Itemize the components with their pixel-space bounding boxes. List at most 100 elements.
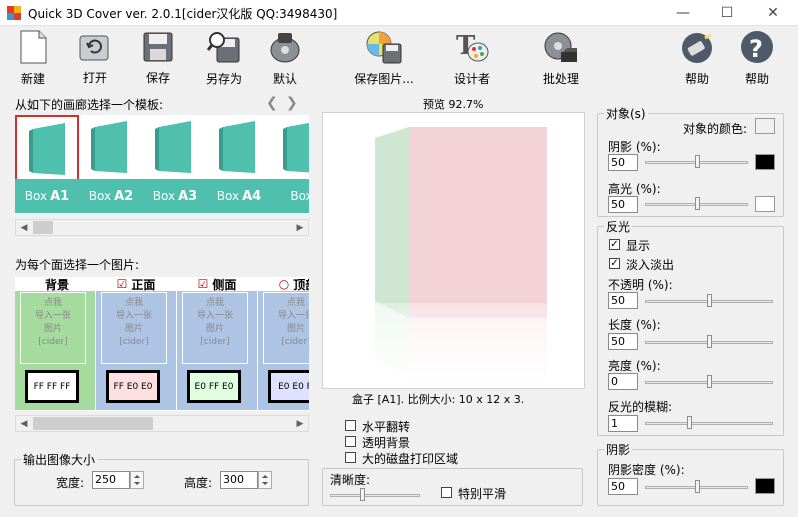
blur-input[interactable]: 1 (608, 415, 638, 432)
scroll-right-icon[interactable]: ▶ (292, 416, 308, 431)
face-panel[interactable]: ☑ 正面 点我 导入一张 图片 [cider] FF E0 E0 (96, 277, 176, 410)
face-panel[interactable]: ○ 顶部点我导入一张图片 [cider] E0 E0 F (258, 277, 309, 410)
preview-zoom-label: 预览 92.7% (423, 98, 484, 111)
save-as-icon (205, 30, 243, 64)
maximize-button[interactable]: ☐ (704, 0, 750, 26)
gallery-item[interactable]: Box A1 (15, 115, 79, 213)
front-face (409, 127, 547, 318)
save-button[interactable]: 保存 (139, 30, 177, 86)
face-color-swatch[interactable]: E0 FF E0 (187, 370, 241, 403)
face-image-drop-area[interactable]: 点我导入一张图片 [cider] (182, 292, 248, 364)
template-gallery: BoxA1BoxA2BoxA3BoxA4Box (15, 115, 309, 214)
save-image-button[interactable]: 保存图片... (352, 30, 416, 86)
highlight-percent-input[interactable]: 50 (608, 196, 638, 213)
default-button[interactable]: 默认 (266, 30, 304, 86)
reflection-title: 反光 (604, 218, 633, 235)
face-panel[interactable]: 背景 点我 导入一张 图片 [cider] FF FF FF (15, 277, 95, 410)
width-label: 宽度: (56, 476, 85, 490)
gallery-scrollbar[interactable]: ◀ ▶ (15, 219, 309, 236)
brightness-input[interactable]: 0 (608, 373, 638, 390)
transparent-bg-checkbox[interactable] (345, 436, 356, 447)
face-label: 顶部 (293, 277, 309, 292)
highlight-color-swatch[interactable] (755, 196, 775, 212)
scroll-right-icon[interactable]: ▶ (292, 220, 308, 235)
save-as-button[interactable]: 另存为 (200, 30, 248, 86)
box-thumbnail (79, 115, 143, 179)
gallery-scroll-thumb[interactable] (33, 221, 53, 234)
flip-horizontal-checkbox[interactable] (345, 420, 356, 431)
large-print-checkbox[interactable] (345, 452, 356, 463)
length-input[interactable]: 50 (608, 333, 638, 350)
scroll-left-icon[interactable]: ◀ (16, 416, 32, 431)
blur-slider[interactable] (645, 416, 773, 430)
drop-hint-line: 点我 (205, 298, 224, 308)
face-enabled-checkbox[interactable]: ☑ (198, 277, 209, 291)
shadow-density-input[interactable]: 50 (608, 478, 638, 495)
height-input[interactable]: 300 (220, 471, 258, 489)
floppy-disk-icon (139, 30, 177, 63)
help-flashlight-button[interactable]: 帮助 (678, 30, 716, 86)
drop-hint-line: 点我 (286, 298, 305, 308)
open-button[interactable]: 打开 (76, 30, 114, 86)
gallery-item-label: Box A1 (15, 179, 79, 213)
gallery-item-code: A2 (114, 188, 134, 204)
sharpness-slider[interactable] (330, 488, 420, 502)
faces-scrollbar[interactable]: ◀ ▶ (15, 415, 309, 432)
opacity-slider[interactable] (645, 294, 773, 308)
gallery-heading: 从如下的画廊选择一个模板: (15, 98, 164, 112)
face-color-swatch[interactable]: FF E0 E0 (106, 370, 160, 403)
gallery-next-icon[interactable]: ❯ (286, 95, 298, 111)
drop-hint-line: 图片 (43, 324, 62, 334)
drop-hint-line: [cider] (281, 337, 309, 347)
reflection-fade-checkbox[interactable]: ✓ (609, 258, 620, 269)
new-button[interactable]: 新建 (14, 30, 52, 86)
designer-label: 设计者 (453, 72, 490, 86)
width-spinner[interactable] (130, 471, 144, 489)
batch-button[interactable]: 批处理 (541, 30, 581, 86)
face-color-swatch[interactable]: FF FF FF (25, 370, 79, 403)
help-question-button[interactable]: ? 帮助 (738, 30, 776, 86)
face-header: ☑ 侧面 (177, 277, 257, 292)
shadow-density-color-swatch[interactable] (755, 478, 775, 494)
designer-button[interactable]: T 设计者 (452, 30, 492, 86)
width-input[interactable]: 250 (92, 471, 130, 489)
brightness-slider[interactable] (645, 375, 773, 389)
shadow-title: 阴影 (604, 441, 633, 458)
height-label: 高度: (184, 476, 213, 490)
gallery-prev-icon[interactable]: ❮ (266, 95, 278, 111)
face-panel[interactable]: ☑ 侧面 点我 导入一张 图片 [cider] E0 FF E0 (177, 277, 257, 410)
face-image-drop-area[interactable]: 点我导入一张图片 [cider] (101, 292, 167, 364)
highlight-percent-slider[interactable] (645, 197, 748, 211)
scroll-left-icon[interactable]: ◀ (16, 220, 32, 235)
gallery-item[interactable]: Box A2 (79, 115, 143, 213)
face-enabled-checkbox[interactable]: ☑ (117, 277, 128, 291)
face-color-swatch[interactable]: E0 E0 F (268, 370, 309, 403)
smooth-checkbox[interactable] (441, 487, 452, 498)
face-image-drop-area[interactable]: 点我导入一张图片 [cider] (20, 292, 86, 364)
face-image-drop-area[interactable]: 点我导入一张图片 [cider] (263, 292, 309, 364)
title-bar: Quick 3D Cover ver. 2.0.1[cider汉化版 QQ:34… (0, 0, 798, 26)
minimize-button[interactable]: — (660, 0, 706, 26)
save-label: 保存 (145, 71, 170, 85)
gallery-item[interactable]: Box A3 (143, 115, 207, 213)
gallery-item[interactable]: Box (271, 115, 309, 213)
shadow-density-slider[interactable] (645, 480, 748, 494)
reflection-show-checkbox[interactable]: ✓ (609, 239, 620, 250)
faces-scroll-thumb[interactable] (33, 417, 153, 430)
object-color-swatch[interactable] (755, 118, 775, 134)
gallery-item[interactable]: Box A4 (207, 115, 271, 213)
length-slider[interactable] (645, 335, 773, 349)
drop-hint-line: 导入一张 (196, 311, 233, 321)
height-spinner[interactable] (258, 471, 272, 489)
close-button[interactable]: ✕ (750, 0, 796, 26)
shadow-percent-slider[interactable] (645, 155, 748, 169)
drop-hint-line: 图片 (286, 324, 305, 334)
drop-hint-line: 导入一张 (115, 311, 152, 321)
opacity-input[interactable]: 50 (608, 292, 638, 309)
drop-hint-line: [cider] (38, 337, 68, 347)
large-print-label: 大的磁盘打印区域 (362, 452, 459, 466)
face-enabled-checkbox[interactable]: ○ (279, 277, 289, 291)
shadow-percent-input[interactable]: 50 (608, 154, 638, 171)
shadow-color-swatch[interactable] (755, 154, 775, 170)
face-images: 背景 点我 导入一张 图片 [cider] FF FF FF ☑ 正面 点我 导入一张 图片 [cid… (15, 277, 309, 411)
